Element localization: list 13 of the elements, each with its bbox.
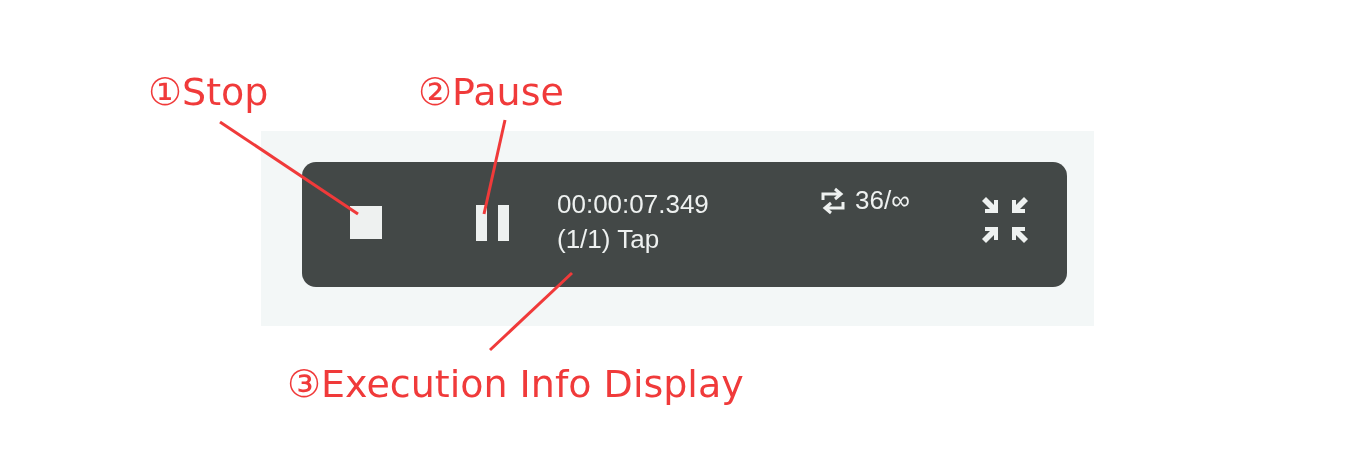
callout-label: ②Pause [418,70,564,114]
pause-button[interactable] [476,204,509,241]
collapse-button[interactable] [980,194,1030,245]
pause-icon [476,204,509,241]
elapsed-time: 00:00:07.349 [557,188,710,220]
step-label: (1/1) Tap [557,223,661,255]
stop-icon [350,206,382,239]
callout-label: ①Stop [148,70,269,114]
callout-label: ③Execution Info Display [287,362,744,406]
repeat-count: 36/∞ [855,185,910,216]
stop-button[interactable] [350,206,382,239]
collapse-icon [980,194,1030,245]
repeat-icon [819,185,847,216]
